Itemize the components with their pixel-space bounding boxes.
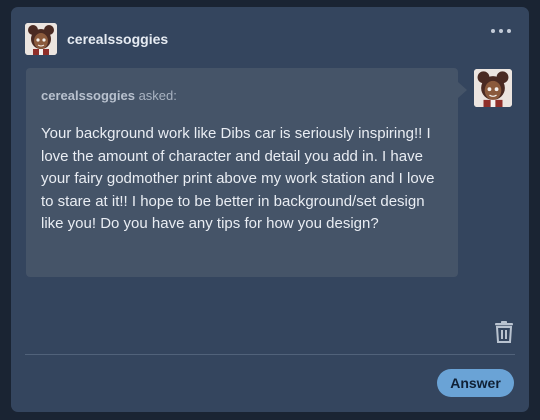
post-username[interactable]: cerealssoggies: [67, 31, 168, 47]
divider: [25, 354, 515, 355]
post-header: cerealssoggies: [25, 23, 168, 55]
avatar[interactable]: [25, 23, 57, 55]
asker-line: cerealssoggies asked:: [41, 88, 177, 103]
dot: [491, 29, 495, 33]
dot: [507, 29, 511, 33]
more-options-icon[interactable]: [491, 29, 511, 33]
asker-avatar[interactable]: [474, 69, 512, 107]
dot: [499, 29, 503, 33]
asked-label: asked:: [138, 88, 177, 103]
ask-post-card: cerealssoggies cerealssoggies asked: You…: [11, 7, 529, 412]
answer-button[interactable]: Answer: [437, 369, 514, 397]
asker-name[interactable]: cerealssoggies: [41, 88, 135, 103]
question-text: Your background work like Dibs car is se…: [41, 125, 435, 232]
ask-bubble: cerealssoggies asked: Your background wo…: [26, 68, 467, 277]
trash-icon[interactable]: [494, 321, 514, 348]
